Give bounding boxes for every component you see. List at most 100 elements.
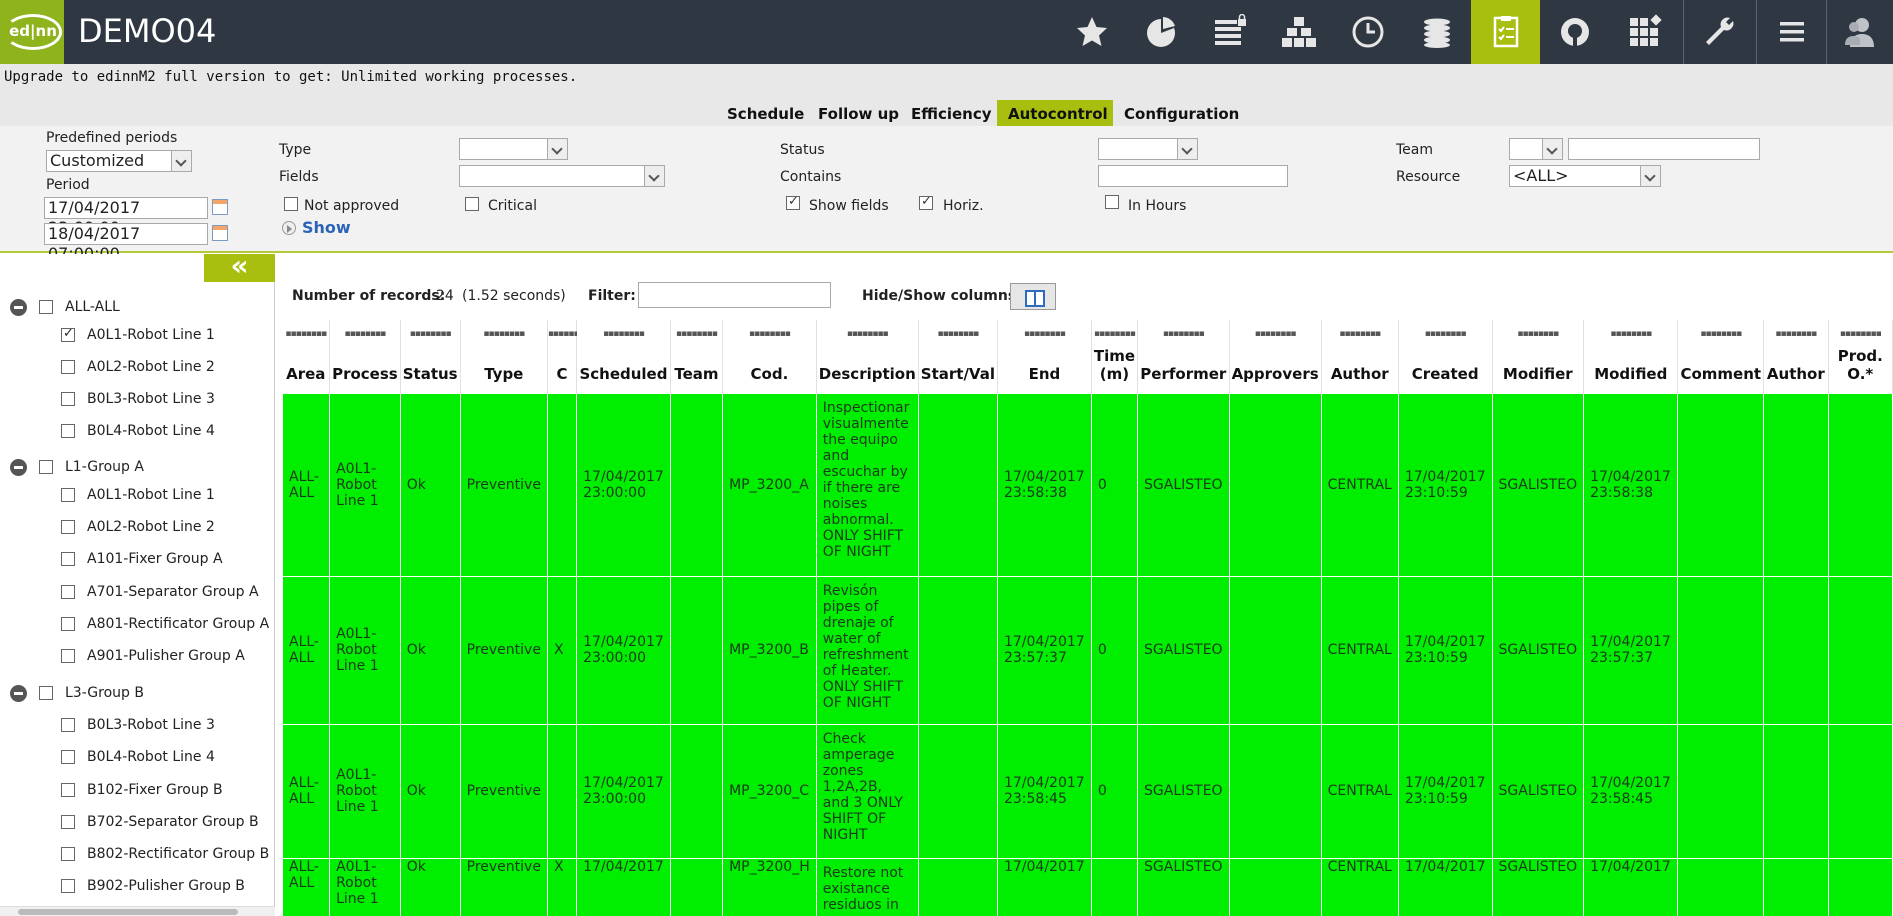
show-button[interactable]: Show	[302, 218, 351, 237]
tree-item[interactable]: L3-Group B	[10, 683, 144, 703]
tree-item-checkbox[interactable]	[61, 552, 75, 566]
drag-handle-icon[interactable]: ▪▪▪▪▪▪▪▪	[1493, 329, 1584, 339]
column-header[interactable]: ▪▪▪▪▪▪▪▪ Team	[670, 320, 724, 393]
column-header[interactable]: ▪▪▪▪▪▪▪▪ Created	[1398, 320, 1493, 393]
period-to-input[interactable]: 18/04/2017 07:00:00	[44, 223, 208, 263]
tree-item-checkbox[interactable]	[61, 750, 75, 764]
calendar-icon[interactable]	[212, 199, 228, 215]
hierarchy-icon[interactable]	[1264, 0, 1333, 64]
tree-item-checkbox[interactable]	[39, 300, 53, 314]
drag-handle-icon[interactable]: ▪▪▪▪▪▪▪▪	[461, 329, 547, 339]
not-approved-checkbox[interactable]	[284, 197, 298, 211]
status-select[interactable]	[1098, 138, 1198, 160]
tree-item[interactable]: A801-Rectificator Group A	[61, 614, 269, 634]
tree-item-checkbox[interactable]	[61, 520, 75, 534]
table-row[interactable]: ALL-ALL A0L1-Robot Line 1 Ok Preventive X 17/…	[282, 857, 1893, 916]
list-lock-icon[interactable]	[1195, 0, 1264, 64]
drag-handle-icon[interactable]: ▪▪▪▪▪▪▪▪	[817, 329, 918, 339]
tree-item-checkbox[interactable]	[39, 686, 53, 700]
tree-item-checkbox[interactable]	[61, 585, 75, 599]
tree-item-checkbox[interactable]	[61, 783, 75, 797]
column-header[interactable]: ▪▪▪▪▪▪▪▪ Description	[816, 320, 919, 393]
column-header[interactable]: ▪▪▪▪▪▪▪▪ Author	[1763, 320, 1829, 393]
column-header[interactable]: ▪▪▪▪▪▪▪▪ Process	[329, 320, 401, 393]
q-icon[interactable]	[1540, 0, 1609, 64]
in-hours-checkbox[interactable]	[1105, 195, 1119, 209]
column-header[interactable]: ▪▪▪▪▪▪▪▪ C	[547, 320, 590, 393]
tree-item[interactable]: B902-Pulisher Group B	[61, 876, 245, 896]
tree-item[interactable]: A0L2-Robot Line 2	[61, 357, 215, 377]
tab-efficiency[interactable]: Efficiency	[900, 100, 1003, 126]
tab-autocontrol[interactable]: Autocontrol	[997, 100, 1113, 126]
tree-item-checkbox[interactable]	[61, 879, 75, 893]
drag-handle-icon[interactable]: ▪▪▪▪▪▪▪▪	[1322, 329, 1398, 339]
tree-item[interactable]: B0L4-Robot Line 4	[61, 421, 215, 441]
tree-item[interactable]: A0L1-Robot Line 1	[61, 485, 215, 505]
column-header[interactable]: ▪▪▪▪▪▪▪▪ Scheduled	[576, 320, 671, 393]
tree-item[interactable]: B0L4-Robot Line 4	[61, 747, 215, 767]
fields-select[interactable]	[459, 165, 665, 187]
tab-schedule[interactable]: Schedule	[716, 100, 815, 126]
tree-item-checkbox[interactable]	[61, 392, 75, 406]
drag-handle-icon[interactable]: ▪▪▪▪▪▪▪▪	[1230, 329, 1321, 339]
tree-item[interactable]: A0L1-Robot Line 1	[61, 325, 215, 345]
period-from-input[interactable]: 17/04/2017 23:00:00	[44, 197, 208, 237]
collapse-sidebar-button[interactable]: «	[204, 252, 275, 282]
user-icon[interactable]	[1827, 0, 1893, 64]
scroll-thumb[interactable]	[18, 909, 238, 915]
star-icon[interactable]	[1057, 0, 1126, 64]
tree-item-checkbox[interactable]	[61, 488, 75, 502]
drag-handle-icon[interactable]: ▪▪▪▪▪▪▪▪	[283, 329, 330, 339]
type-select[interactable]	[459, 138, 568, 160]
drag-handle-icon[interactable]: ▪▪▪▪▪▪▪▪	[577, 329, 670, 339]
drag-handle-icon[interactable]: ▪▪▪▪▪▪▪▪	[1764, 329, 1828, 339]
column-header[interactable]: ▪▪▪▪▪▪▪▪ Comment	[1677, 320, 1765, 393]
tree-item[interactable]: A0L2-Robot Line 2	[61, 517, 215, 537]
drag-handle-icon[interactable]: ▪▪▪▪▪▪▪▪	[401, 329, 460, 339]
checklist-icon[interactable]	[1471, 0, 1540, 64]
column-header[interactable]: ▪▪▪▪▪▪▪▪ Area	[282, 320, 331, 393]
predefined-periods-select[interactable]: Customized	[46, 150, 192, 172]
column-header[interactable]: ▪▪▪▪▪▪▪▪ Performer	[1137, 320, 1230, 393]
calendar-icon[interactable]	[212, 225, 228, 241]
show-fields-checkbox[interactable]	[786, 194, 800, 210]
tree-item-checkbox[interactable]	[61, 847, 75, 861]
drag-handle-icon[interactable]: ▪▪▪▪▪▪▪▪	[723, 329, 816, 339]
menu-icon[interactable]	[1757, 0, 1826, 64]
tree-scrollbar[interactable]	[0, 906, 275, 916]
tree-item[interactable]: A701-Separator Group A	[61, 582, 259, 602]
edinn-logo[interactable]: ed|nn	[0, 0, 64, 64]
drag-handle-icon[interactable]: ▪▪▪▪▪▪▪▪	[330, 329, 400, 339]
drag-handle-icon[interactable]: ▪▪▪▪▪▪▪▪	[1678, 329, 1763, 339]
collapse-node-icon[interactable]	[10, 458, 27, 476]
play-icon[interactable]	[282, 221, 296, 235]
tree-item[interactable]: A901-Pulisher Group A	[61, 646, 245, 666]
tree-item-checkbox[interactable]	[61, 718, 75, 732]
table-row[interactable]: ALL-ALL A0L1-Robot Line 1 Ok Preventive 17/0…	[282, 392, 1893, 577]
tree-item[interactable]: B0L3-Robot Line 3	[61, 715, 215, 735]
drag-handle-icon[interactable]: ▪▪▪▪▪▪▪▪	[1829, 329, 1892, 339]
wrench-icon[interactable]	[1684, 0, 1753, 64]
column-header[interactable]: ▪▪▪▪▪▪▪▪ Author	[1321, 320, 1399, 393]
horiz-checkbox[interactable]	[919, 194, 933, 210]
column-header[interactable]: ▪▪▪▪▪▪▪▪ Start/Val	[918, 320, 998, 393]
tree-item-checkbox[interactable]	[61, 617, 75, 631]
column-header[interactable]: ▪▪▪▪▪▪▪▪ Type	[460, 320, 548, 393]
tree-item-checkbox[interactable]	[61, 649, 75, 663]
team-input[interactable]	[1568, 138, 1760, 160]
tree-item-checkbox[interactable]	[61, 815, 75, 829]
drag-handle-icon[interactable]: ▪▪▪▪▪▪▪▪	[1584, 329, 1677, 339]
table-row[interactable]: ALL-ALL A0L1-Robot Line 1 Ok Preventive X 17/…	[282, 575, 1893, 725]
tab-configuration[interactable]: Configuration	[1113, 100, 1250, 126]
grid-icon[interactable]	[1609, 0, 1678, 64]
filter-input[interactable]	[638, 282, 831, 308]
column-header[interactable]: ▪▪▪▪▪▪▪▪ End	[997, 320, 1092, 393]
tree-item[interactable]: A101-Fixer Group A	[61, 549, 223, 569]
collapse-node-icon[interactable]	[10, 684, 27, 702]
drag-handle-icon[interactable]: ▪▪▪▪▪▪▪▪	[919, 329, 997, 339]
contains-input[interactable]	[1098, 165, 1288, 187]
drag-handle-icon[interactable]: ▪▪▪▪▪▪▪▪	[548, 329, 590, 339]
drag-handle-icon[interactable]: ▪▪▪▪▪▪▪▪	[1399, 329, 1492, 339]
tree-item[interactable]: B0L3-Robot Line 3	[61, 389, 215, 409]
team-select[interactable]	[1509, 138, 1563, 160]
